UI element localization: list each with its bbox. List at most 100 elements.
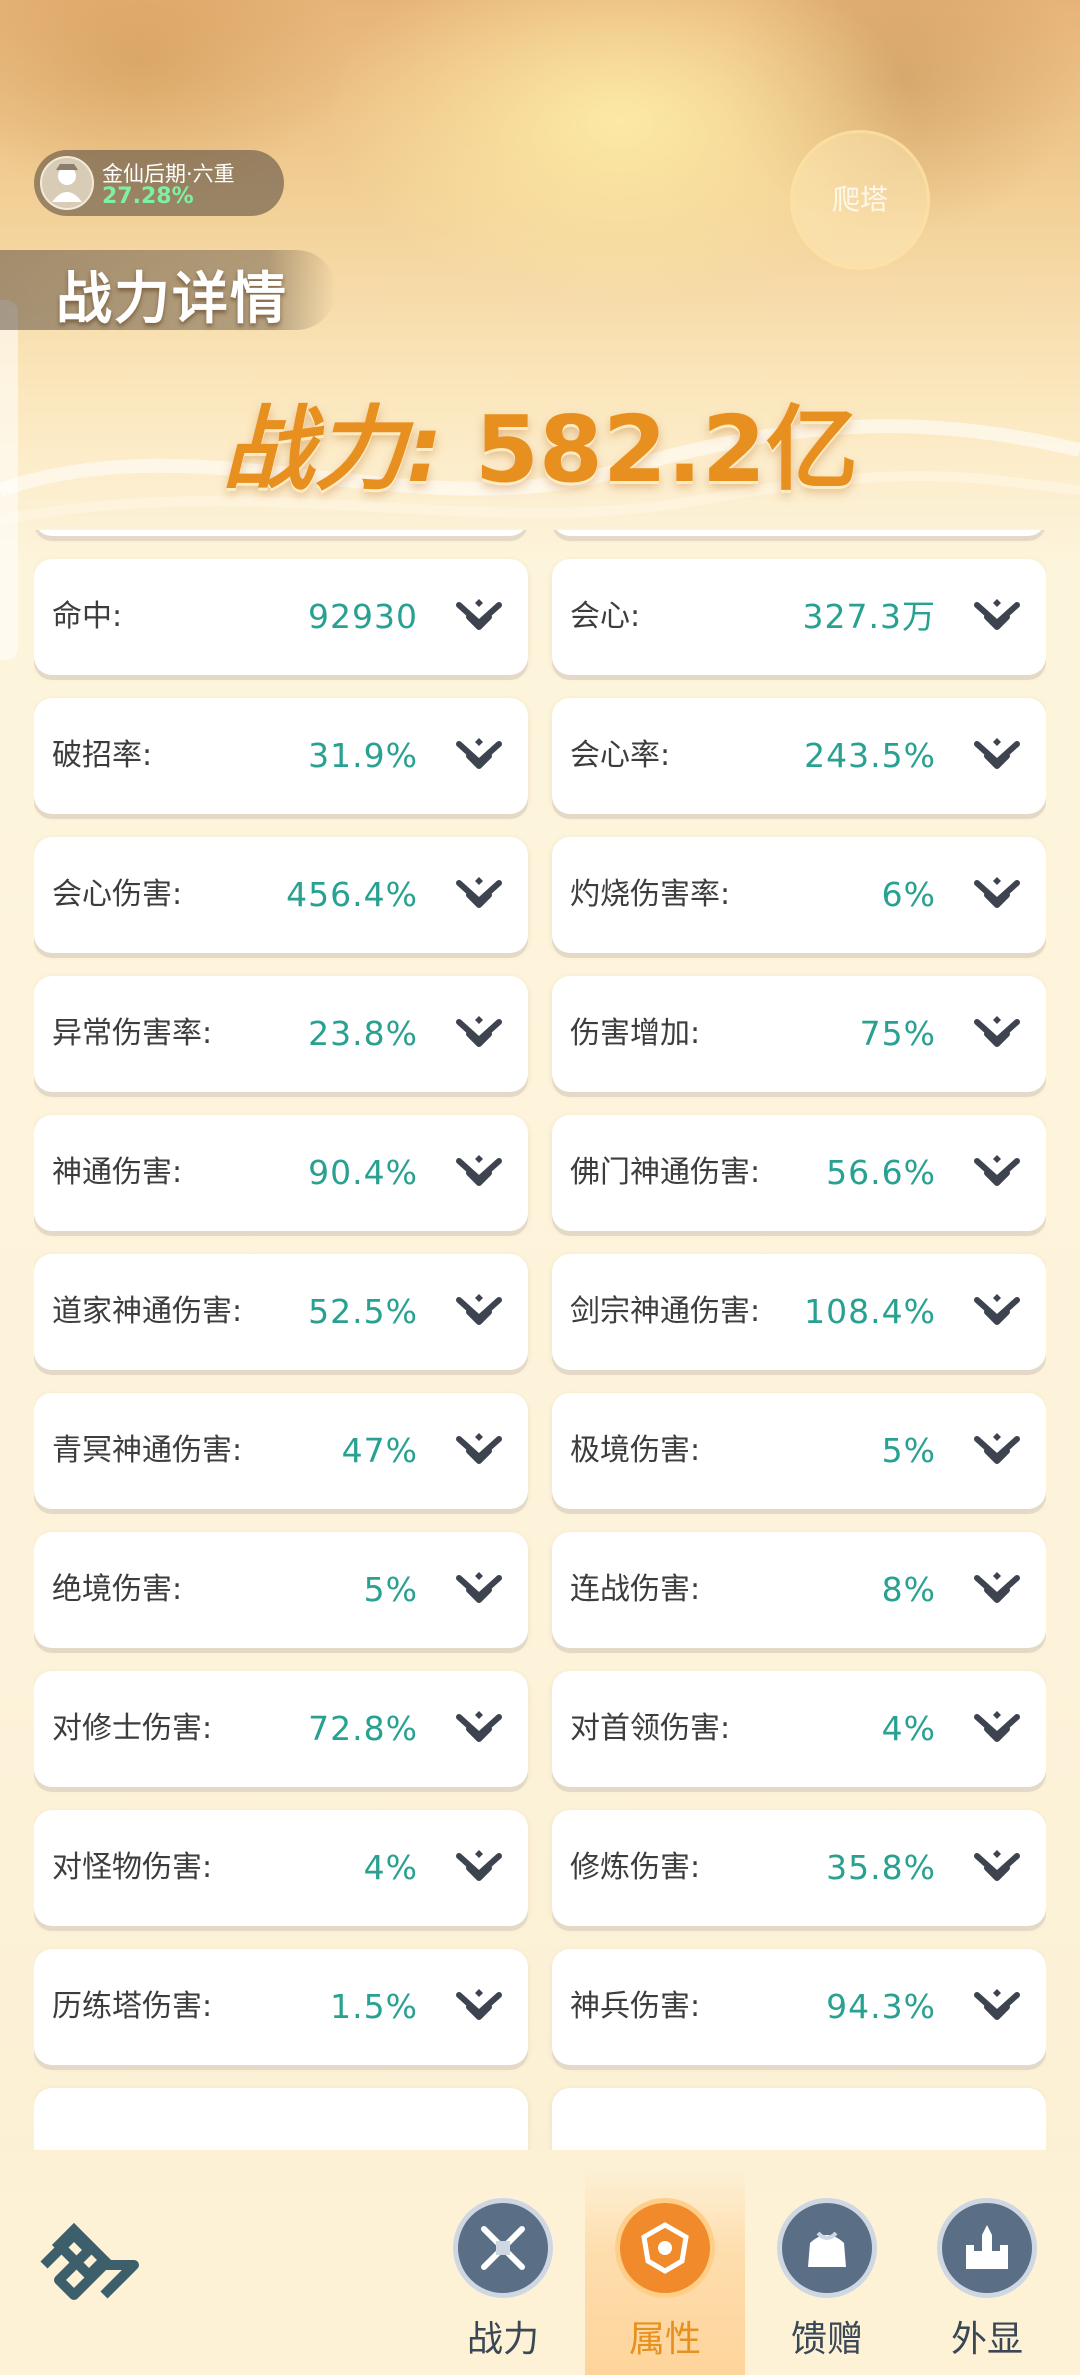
stat-value: 94.3% xyxy=(826,1987,936,2026)
emblem-icon xyxy=(615,2198,715,2298)
partial-card-bottom-right xyxy=(552,2088,1046,2150)
stat-label: 佛门神通伤害: xyxy=(570,1155,761,1190)
page-title: 战力详情 xyxy=(56,267,288,332)
stat-value: 243.5% xyxy=(804,736,936,775)
stat-value: 5% xyxy=(881,1431,936,1470)
stat-value: 35.8% xyxy=(826,1848,936,1887)
stat-value: 8% xyxy=(881,1570,936,1609)
stat-card: 对修士伤害: 72.8% xyxy=(34,1671,528,1787)
stat-value: 327.3万 xyxy=(802,597,936,636)
expand-chevron-icon[interactable] xyxy=(454,875,504,915)
stat-value: 5% xyxy=(363,1570,418,1609)
partial-card-top-right xyxy=(552,530,1046,536)
stat-label: 剑宗神通伤害: xyxy=(570,1294,761,1329)
stat-card: 极境伤害: 5% xyxy=(552,1393,1046,1509)
expand-chevron-icon[interactable] xyxy=(972,736,1022,776)
stat-label: 修炼伤害: xyxy=(570,1850,701,1885)
nav-item-appearance[interactable]: 外显 xyxy=(912,2190,1062,2375)
stat-label: 极境伤害: xyxy=(570,1433,701,1468)
stat-label: 对首领伤害: xyxy=(570,1711,731,1746)
nav-label-appearance: 外显 xyxy=(950,2319,1023,2360)
stat-card: 命中: 92930 xyxy=(34,559,528,675)
expand-chevron-icon[interactable] xyxy=(454,1292,504,1332)
nav-label-attributes: 属性 xyxy=(628,2319,701,2360)
power-total: 战力: 582.2亿 xyxy=(0,375,1080,508)
stat-label: 会心伤害: xyxy=(52,877,183,912)
stat-value: 90.4% xyxy=(308,1153,418,1192)
stat-card: 神兵伤害: 94.3% xyxy=(552,1949,1046,2065)
expand-chevron-icon[interactable] xyxy=(972,875,1022,915)
stat-card: 对怪物伤害: 4% xyxy=(34,1810,528,1926)
stat-label: 对修士伤害: xyxy=(52,1711,213,1746)
nav-item-gifts[interactable]: 馈赠 xyxy=(752,2190,902,2375)
expand-chevron-icon[interactable] xyxy=(454,1431,504,1471)
expand-chevron-icon[interactable] xyxy=(972,1709,1022,1749)
stat-value: 4% xyxy=(363,1848,418,1887)
stat-value: 75% xyxy=(859,1014,936,1053)
castle-icon xyxy=(937,2198,1037,2298)
tower-button[interactable]: 爬塔 xyxy=(790,130,930,270)
stat-card: 伤害增加: 75% xyxy=(552,976,1046,1092)
realm-badge[interactable]: 金仙后期·六重 27.28% xyxy=(34,150,284,216)
game-logo-icon[interactable] xyxy=(34,2220,144,2310)
stat-label: 青冥神通伤害: xyxy=(52,1433,243,1468)
stat-card: 异常伤害率: 23.8% xyxy=(34,976,528,1092)
gift-bag-icon xyxy=(777,2198,877,2298)
stat-card: 会心率: 243.5% xyxy=(552,698,1046,814)
stat-label: 命中: xyxy=(52,599,123,634)
stat-card: 灼烧伤害率: 6% xyxy=(552,837,1046,953)
expand-chevron-icon[interactable] xyxy=(972,1153,1022,1193)
stat-label: 对怪物伤害: xyxy=(52,1850,213,1885)
expand-chevron-icon[interactable] xyxy=(454,1709,504,1749)
stat-value: 52.5% xyxy=(308,1292,418,1331)
stat-card: 青冥神通伤害: 47% xyxy=(34,1393,528,1509)
stat-label: 神通伤害: xyxy=(52,1155,183,1190)
stat-label: 神兵伤害: xyxy=(570,1989,701,2024)
expand-chevron-icon[interactable] xyxy=(454,736,504,776)
expand-chevron-icon[interactable] xyxy=(972,1292,1022,1332)
expand-chevron-icon[interactable] xyxy=(454,1153,504,1193)
stat-value: 23.8% xyxy=(308,1014,418,1053)
nav-item-attributes[interactable]: 属性 xyxy=(590,2190,740,2375)
stat-label: 灼烧伤害率: xyxy=(570,877,731,912)
stat-label: 破招率: xyxy=(52,738,153,773)
stat-card: 对首领伤害: 4% xyxy=(552,1671,1046,1787)
expand-chevron-icon[interactable] xyxy=(454,1848,504,1888)
stat-card: 会心伤害: 456.4% xyxy=(34,837,528,953)
stat-card: 神通伤害: 90.4% xyxy=(34,1115,528,1231)
expand-chevron-icon[interactable] xyxy=(972,597,1022,637)
stat-label: 道家神通伤害: xyxy=(52,1294,243,1329)
expand-chevron-icon[interactable] xyxy=(972,1014,1022,1054)
avatar xyxy=(40,156,94,210)
realm-progress: 27.28% xyxy=(102,184,194,209)
partial-card-bottom-left xyxy=(34,2088,528,2150)
nav-item-power[interactable]: 战力 xyxy=(428,2190,578,2375)
stat-label: 历练塔伤害: xyxy=(52,1989,213,2024)
expand-chevron-icon[interactable] xyxy=(972,1987,1022,2027)
expand-chevron-icon[interactable] xyxy=(454,1014,504,1054)
stats-grid: 命中: 92930 会心: 327.3万 破招率: 31.9% 会心率: 243.5% 会心伤害… xyxy=(34,530,1046,2150)
power-value: 582.2亿 xyxy=(474,396,858,503)
stat-value: 47% xyxy=(341,1431,418,1470)
expand-chevron-icon[interactable] xyxy=(454,597,504,637)
stat-value: 72.8% xyxy=(308,1709,418,1748)
stat-card: 会心: 327.3万 xyxy=(552,559,1046,675)
stat-card: 历练塔伤害: 1.5% xyxy=(34,1949,528,2065)
stat-card: 绝境伤害: 5% xyxy=(34,1532,528,1648)
stat-label: 会心率: xyxy=(570,738,671,773)
stat-value: 92930 xyxy=(308,597,418,636)
expand-chevron-icon[interactable] xyxy=(454,1987,504,2027)
nav-label-gifts: 馈赠 xyxy=(790,2319,863,2360)
expand-chevron-icon[interactable] xyxy=(454,1570,504,1610)
stat-card: 修炼伤害: 35.8% xyxy=(552,1810,1046,1926)
partial-card-top-left xyxy=(34,530,528,536)
stat-card: 剑宗神通伤害: 108.4% xyxy=(552,1254,1046,1370)
stat-label: 会心: xyxy=(570,599,641,634)
expand-chevron-icon[interactable] xyxy=(972,1431,1022,1471)
stat-label: 伤害增加: xyxy=(570,1016,701,1051)
stat-value: 1.5% xyxy=(330,1987,418,2026)
stat-label: 异常伤害率: xyxy=(52,1016,213,1051)
power-label: 战力: xyxy=(222,396,443,503)
expand-chevron-icon[interactable] xyxy=(972,1570,1022,1610)
expand-chevron-icon[interactable] xyxy=(972,1848,1022,1888)
